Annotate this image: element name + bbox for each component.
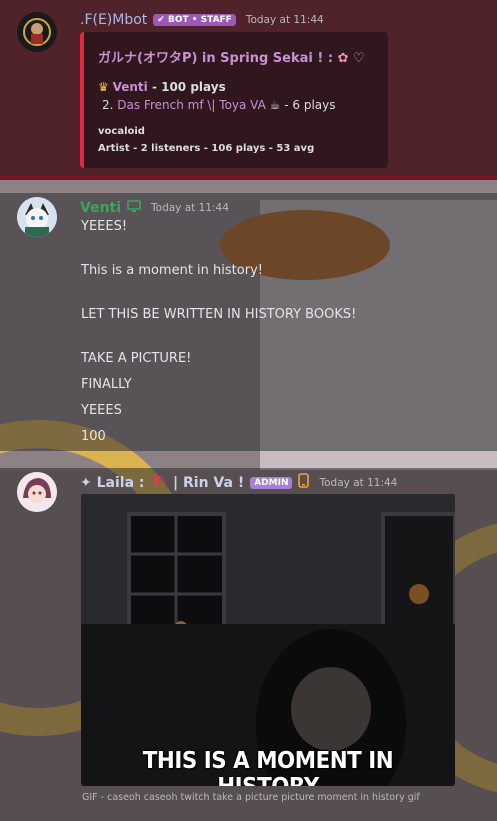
timestamp: Today at 11:44 [319,476,398,489]
gif-overlay-text: THIS IS A MOMENT IN HISTORY [142,748,394,786]
phone-icon [298,473,310,492]
timestamp: Today at 11:44 [151,201,229,214]
message-bot: .F(E)Mbot ✔ BOT • STAFF Today at 11:44 ガ… [0,0,497,176]
admin-badge: ADMIN [250,476,293,489]
rank-2-number: 2. [102,98,114,112]
message-line: TAKE A PICTURE! [81,351,192,366]
username-prefix[interactable]: ✦ Laila : [80,475,145,491]
rank-1-name[interactable]: Venti [113,80,148,94]
username[interactable]: Venti [80,200,121,216]
cake-icon: ☕ [269,98,281,112]
message-line: 100 [81,429,106,444]
heart-icon: ♡ [353,51,365,66]
gif-description: GIF - caseoh caseoh twitch take a pictur… [82,792,420,803]
rank-1-row: ♛ Venti - 100 plays [98,80,226,94]
message-line: YEEES! [81,219,128,234]
monitor-icon [127,198,141,217]
username-suffix[interactable]: | Rin Va ! [173,475,244,491]
embed-genre: vocaloid [98,126,145,137]
strawberry-icon: 🍓︎ [150,475,168,490]
embed-card: ガルナ(オワタP) in Spring Sekai ! : ✿ ♡ ♛ Vent… [80,32,388,168]
message-venti: Venti Today at 11:44 YEEES! This is a mo… [0,193,497,451]
avatar[interactable] [17,472,57,512]
crown-icon: ♛ [98,80,109,94]
rank-2-plays: - 6 plays [280,98,336,112]
rank-2-row: 2. Das French mf \| Toya VA ☕ - 6 plays [102,98,336,112]
avatar[interactable] [17,12,57,52]
cherry-blossom-icon: ✿ [337,51,349,66]
username[interactable]: .F(E)Mbot [80,12,147,28]
timestamp: Today at 11:44 [245,14,324,26]
message-line: FINALLY [81,377,132,392]
rank-1-plays: - 100 plays [147,80,226,94]
message-line: LET THIS BE WRITTEN IN HISTORY BOOKS! [81,307,357,322]
rank-2-name[interactable]: Das French mf \| Toya VA [117,98,266,112]
embed-stats: Artist - 2 listeners - 106 plays - 53 av… [98,143,315,154]
embed-title[interactable]: ガルナ(オワタP) in Spring Sekai ! : ✿ ♡ [98,47,365,66]
message-line: This is a moment in history! [81,263,263,278]
message-line: YEEES [81,403,122,418]
bot-staff-badge: ✔ BOT • STAFF [153,14,236,26]
gif-embed[interactable]: THIS IS A MOMENT IN HISTORY [81,494,455,786]
avatar[interactable] [17,197,57,237]
